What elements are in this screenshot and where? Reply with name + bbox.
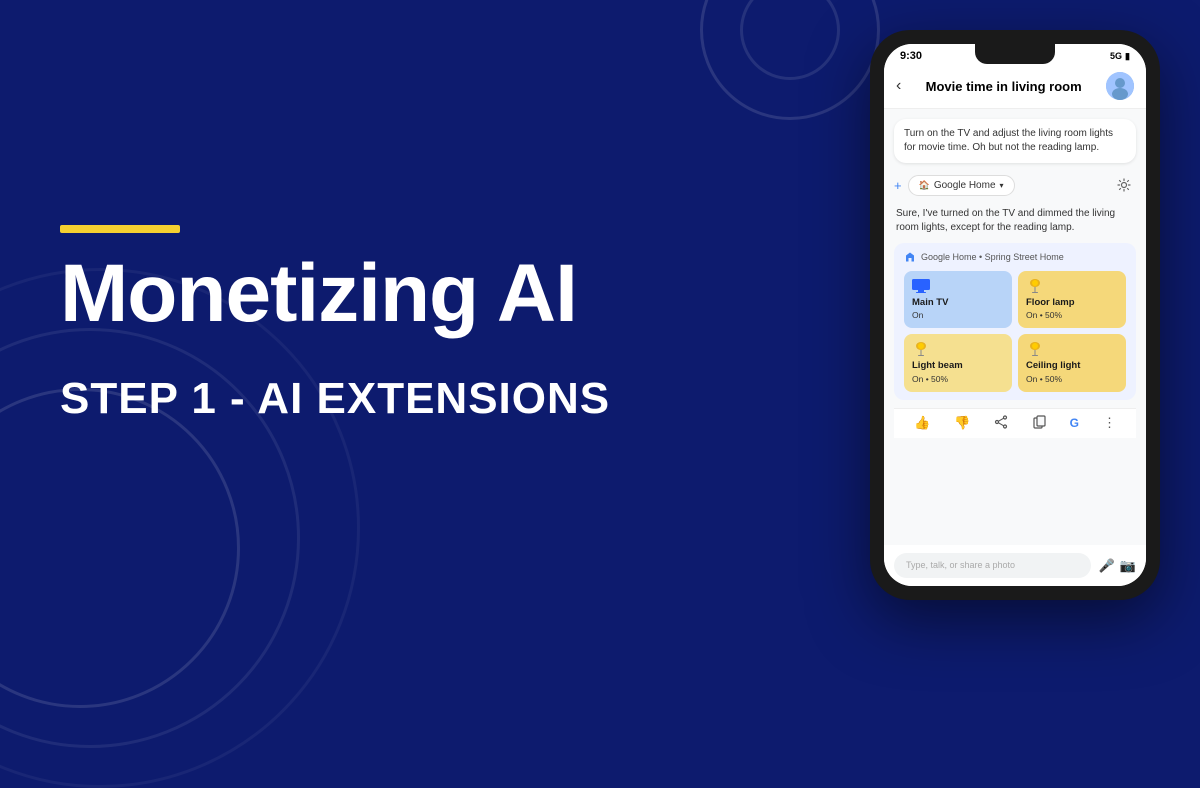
light-beam-status: On • 50% (912, 374, 1004, 384)
more-options-button[interactable]: ⋮ (1103, 415, 1116, 431)
extension-selector[interactable]: + 🏠 Google Home ▾ (894, 171, 1136, 199)
google-home-logo-icon (904, 251, 916, 263)
dropdown-chevron-icon: ▾ (1000, 181, 1004, 190)
google-home-location: Google Home • Spring Street Home (921, 252, 1064, 262)
phone-notch (975, 44, 1055, 64)
floor-lamp-name: Floor lamp (1026, 297, 1118, 308)
phone-frame: 9:30 5G ▮ ‹ Movie time in living room (870, 30, 1160, 600)
google-home-card: Google Home • Spring Street Home (894, 243, 1136, 400)
chat-body: Turn on the TV and adjust the living roo… (884, 109, 1146, 545)
google-home-card-header: Google Home • Spring Street Home (904, 251, 1126, 263)
input-placeholder: Type, talk, or share a photo (906, 560, 1015, 570)
google-home-icon: 🏠 (919, 180, 930, 191)
extension-pill[interactable]: 🏠 Google Home ▾ (908, 175, 1015, 196)
tv-device-status: On (912, 310, 1004, 320)
google-g-button[interactable]: G (1070, 416, 1079, 430)
main-title: Monetizing AI (60, 253, 760, 335)
status-time: 9:30 (900, 50, 922, 62)
phone-mockup: 9:30 5G ▮ ‹ Movie time in living room (870, 30, 1160, 600)
camera-icon[interactable]: 📷 (1120, 558, 1136, 574)
share-button[interactable] (994, 415, 1008, 432)
accent-bar (60, 225, 180, 233)
extension-label: Google Home (934, 180, 996, 191)
add-icon: + (894, 178, 902, 193)
input-bar: Type, talk, or share a photo 🎤 📷 (884, 545, 1146, 586)
ceiling-light-status: On • 50% (1026, 374, 1118, 384)
device-card-light-beam[interactable]: Light beam On • 50% (904, 334, 1012, 391)
floor-lamp-icon (1026, 279, 1044, 293)
microphone-icon[interactable]: 🎤 (1099, 558, 1115, 574)
thumbs-down-button[interactable]: 👎 (954, 415, 970, 431)
status-icons: 5G ▮ (1110, 51, 1130, 62)
ceiling-light-name: Ceiling light (1026, 360, 1118, 371)
light-beam-icon (912, 342, 930, 356)
phone-screen: 9:30 5G ▮ ‹ Movie time in living room (884, 44, 1146, 586)
user-message-bubble: Turn on the TV and adjust the living roo… (894, 119, 1136, 163)
step-title: STEP 1 - AI EXTENSIONS (60, 375, 760, 423)
tv-device-name: Main TV (912, 297, 1004, 308)
chat-input[interactable]: Type, talk, or share a photo (894, 553, 1091, 578)
thumbs-up-button[interactable]: 👍 (914, 415, 930, 431)
device-card-floor-lamp[interactable]: Floor lamp On • 50% (1018, 271, 1126, 328)
user-message-text: Turn on the TV and adjust the living roo… (904, 128, 1113, 153)
settings-gear-button[interactable] (1112, 173, 1136, 197)
light-beam-name: Light beam (912, 360, 1004, 371)
ai-response-text: Sure, I've turned on the TV and dimmed t… (894, 207, 1136, 235)
battery-icon: ▮ (1125, 51, 1130, 62)
back-button[interactable]: ‹ (896, 77, 901, 95)
chat-title: Movie time in living room (909, 79, 1098, 94)
left-content-area: Monetizing AI STEP 1 - AI EXTENSIONS (60, 0, 760, 628)
input-icons: 🎤 📷 (1099, 558, 1136, 574)
device-grid: Main TV On (904, 271, 1126, 392)
chat-header: ‹ Movie time in living room (884, 64, 1146, 109)
device-card-ceiling-light[interactable]: Ceiling light On • 50% (1018, 334, 1126, 391)
device-card-tv[interactable]: Main TV On (904, 271, 1012, 328)
copy-button[interactable] (1033, 415, 1046, 432)
network-icon: 5G (1110, 51, 1122, 61)
ceiling-light-icon (1026, 342, 1044, 356)
user-avatar (1106, 72, 1134, 100)
floor-lamp-status: On • 50% (1026, 310, 1118, 320)
tv-device-icon (912, 279, 930, 293)
action-bar: 👍 👎 (894, 408, 1136, 438)
